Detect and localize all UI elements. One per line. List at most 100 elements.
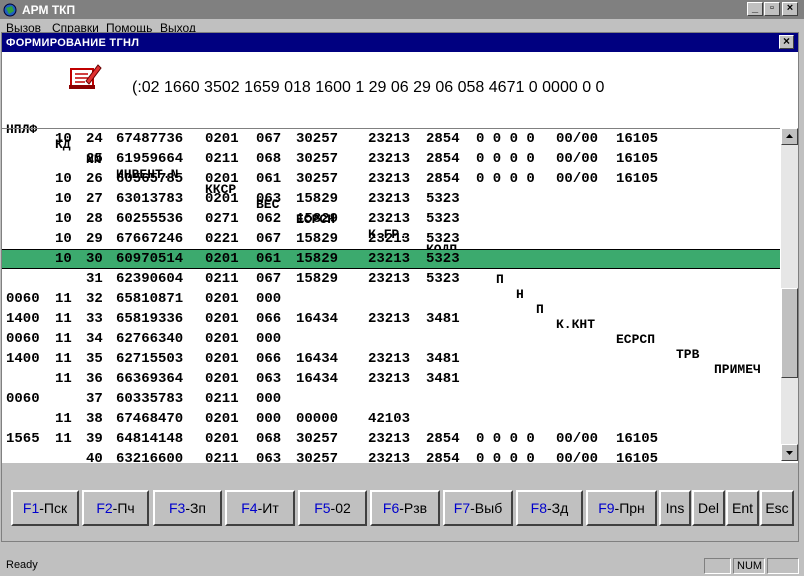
cell-ves: 000 [256,331,282,347]
cell-kksr: 0211 [205,391,239,407]
cell-ves: 062 [256,211,282,227]
vertical-scrollbar[interactable] [781,128,798,461]
cell-kgr: 23213 [368,131,411,147]
cell-inv: 63216600 [116,451,184,462]
f6-button[interactable]: F6-Рзв [370,490,440,526]
cell-inv: 61959664 [116,151,184,167]
cell-esrsn: 15829 [296,191,339,207]
cell-kgr: 23213 [368,311,411,327]
status-panel-num: NUM [733,558,765,574]
f7-button[interactable]: F7-Выб [443,490,513,526]
esc-button[interactable]: Esc [760,490,794,526]
cell-inv: 60565785 [116,171,184,187]
cell-kksr: 0201 [205,191,239,207]
cell-inv: 62766340 [116,331,184,347]
fkey-label: -02 [330,500,351,516]
cell-kgr: 23213 [368,371,411,387]
tgnl-window: ФОРМИРОВАНИЕ ТГНЛ × (:02 1660 3502 1659 … [1,32,799,542]
app-title: АРМ ТКП [22,3,76,17]
cell-nplf: 1565 [6,431,40,447]
cell-kodp: 2854 [426,151,460,167]
cell-inv: 65819336 [116,311,184,327]
cell-inv: 67667246 [116,231,184,247]
del-button[interactable]: Del [692,490,725,526]
cell-ves: 068 [256,151,282,167]
cell-nn: 34 [86,331,103,347]
document-pencil-icon [69,64,102,89]
menu-item-exit[interactable]: Выход [160,21,196,32]
table-row-selected[interactable]: 10 30 60970514 0201 061 15829 23213 5323 [2,249,780,269]
table-row[interactable]: 1400 11 35 62715503 0201 066 16434 23213… [2,349,780,369]
f8-button[interactable]: F8-Зд [516,490,583,526]
menu-item-call[interactable]: Вызов [6,21,41,32]
close-button[interactable]: × [782,2,798,16]
minimize-button[interactable]: _ [747,2,763,16]
table-row[interactable]: 10 27 63013783 0201 063 15829 23213 5323 [2,189,780,209]
restore-button[interactable]: ▫ [764,2,780,16]
arrow-down-icon [786,451,793,455]
cell-nn: 29 [86,231,103,247]
data-table[interactable]: 10 24 67487736 0201 067 30257 23213 2854… [2,128,780,462]
cell-ves: 063 [256,451,282,462]
menu-item-help[interactable]: Помощь [106,21,152,32]
table-row[interactable]: 0060 37 60335783 0211 000 [2,389,780,409]
cell-kodp: 3481 [426,351,460,367]
scroll-thumb[interactable] [781,288,798,378]
cell-kgr: 23213 [368,171,411,187]
cell-kksr: 0201 [205,431,239,447]
window-title: ФОРМИРОВАНИЕ ТГНЛ [6,37,140,49]
f4-button[interactable]: F4-Ит [225,490,295,526]
cell-kodp: 3481 [426,371,460,387]
table-row[interactable]: 0060 11 34 62766340 0201 000 [2,329,780,349]
scroll-up-button[interactable] [781,128,798,145]
f1-button[interactable]: F1-Пск [11,490,79,526]
cell-esrsp: 16105 [616,431,659,447]
table-row[interactable]: 11 38 67468470 0201 000 00000 42103 [2,409,780,429]
ins-button[interactable]: Ins [659,490,691,526]
scroll-down-button[interactable] [781,444,798,461]
cell-ves: 000 [256,391,282,407]
cell-esrsn: 15829 [296,251,339,267]
fkey-number: F1 [22,500,40,516]
f2-button[interactable]: F2-Пч [82,490,149,526]
table-row[interactable]: 10 24 67487736 0201 067 30257 23213 2854… [2,129,780,149]
cell-ves: 067 [256,231,282,247]
cell-kksr: 0201 [205,351,239,367]
table-row[interactable]: 0060 11 32 65810871 0201 000 [2,289,780,309]
table-row[interactable]: 10 29 67667246 0221 067 15829 23213 5323 [2,229,780,249]
cell-kgr: 23213 [368,151,411,167]
cell-kd: 11 [55,291,72,307]
cell-flags: 0 0 0 0 [476,431,535,447]
cell-nn: 40 [86,451,103,462]
cell-ves: 061 [256,171,282,187]
cell-kodp: 2854 [426,431,460,447]
cell-kd: 11 [55,371,72,387]
f9-button[interactable]: F9-Прн [586,490,657,526]
cell-nn: 26 [86,171,103,187]
table-row[interactable]: 11 36 66369364 0201 063 16434 23213 3481 [2,369,780,389]
ent-button[interactable]: Ent [726,490,759,526]
table-row[interactable]: 40 63216600 0211 063 30257 23213 2854 0 … [2,449,780,462]
cell-kd: 10 [55,231,72,247]
table-row[interactable]: 1565 11 39 64814148 0201 068 30257 23213… [2,429,780,449]
cell-kodp: 2854 [426,171,460,187]
table-row[interactable]: 1400 11 33 65819336 0201 066 16434 23213… [2,309,780,329]
f5-button[interactable]: F5-02 [298,490,367,526]
table-row[interactable]: 10 28 60255536 0271 062 15829 23213 5323 [2,209,780,229]
cell-inv: 64814148 [116,431,184,447]
cell-ves: 000 [256,411,282,427]
f3-button[interactable]: F3-Зп [153,490,222,526]
table-row[interactable]: 25 61959664 0211 068 30257 23213 2854 0 … [2,149,780,169]
window-close-button[interactable]: × [779,35,794,49]
table-row[interactable]: 10 26 60565785 0201 061 30257 23213 2854… [2,169,780,189]
cell-kknt: 00/00 [556,171,599,187]
cell-kksr: 0271 [205,211,239,227]
cell-kd: 10 [55,171,72,187]
cell-ves: 000 [256,291,282,307]
table-row[interactable]: 31 62390604 0211 067 15829 23213 5323 [2,269,780,289]
cell-ves: 067 [256,131,282,147]
menu-item-reference[interactable]: Справки [52,21,99,32]
cell-kksr: 0201 [205,331,239,347]
cell-nplf: 1400 [6,351,40,367]
cell-kgr: 42103 [368,411,411,427]
